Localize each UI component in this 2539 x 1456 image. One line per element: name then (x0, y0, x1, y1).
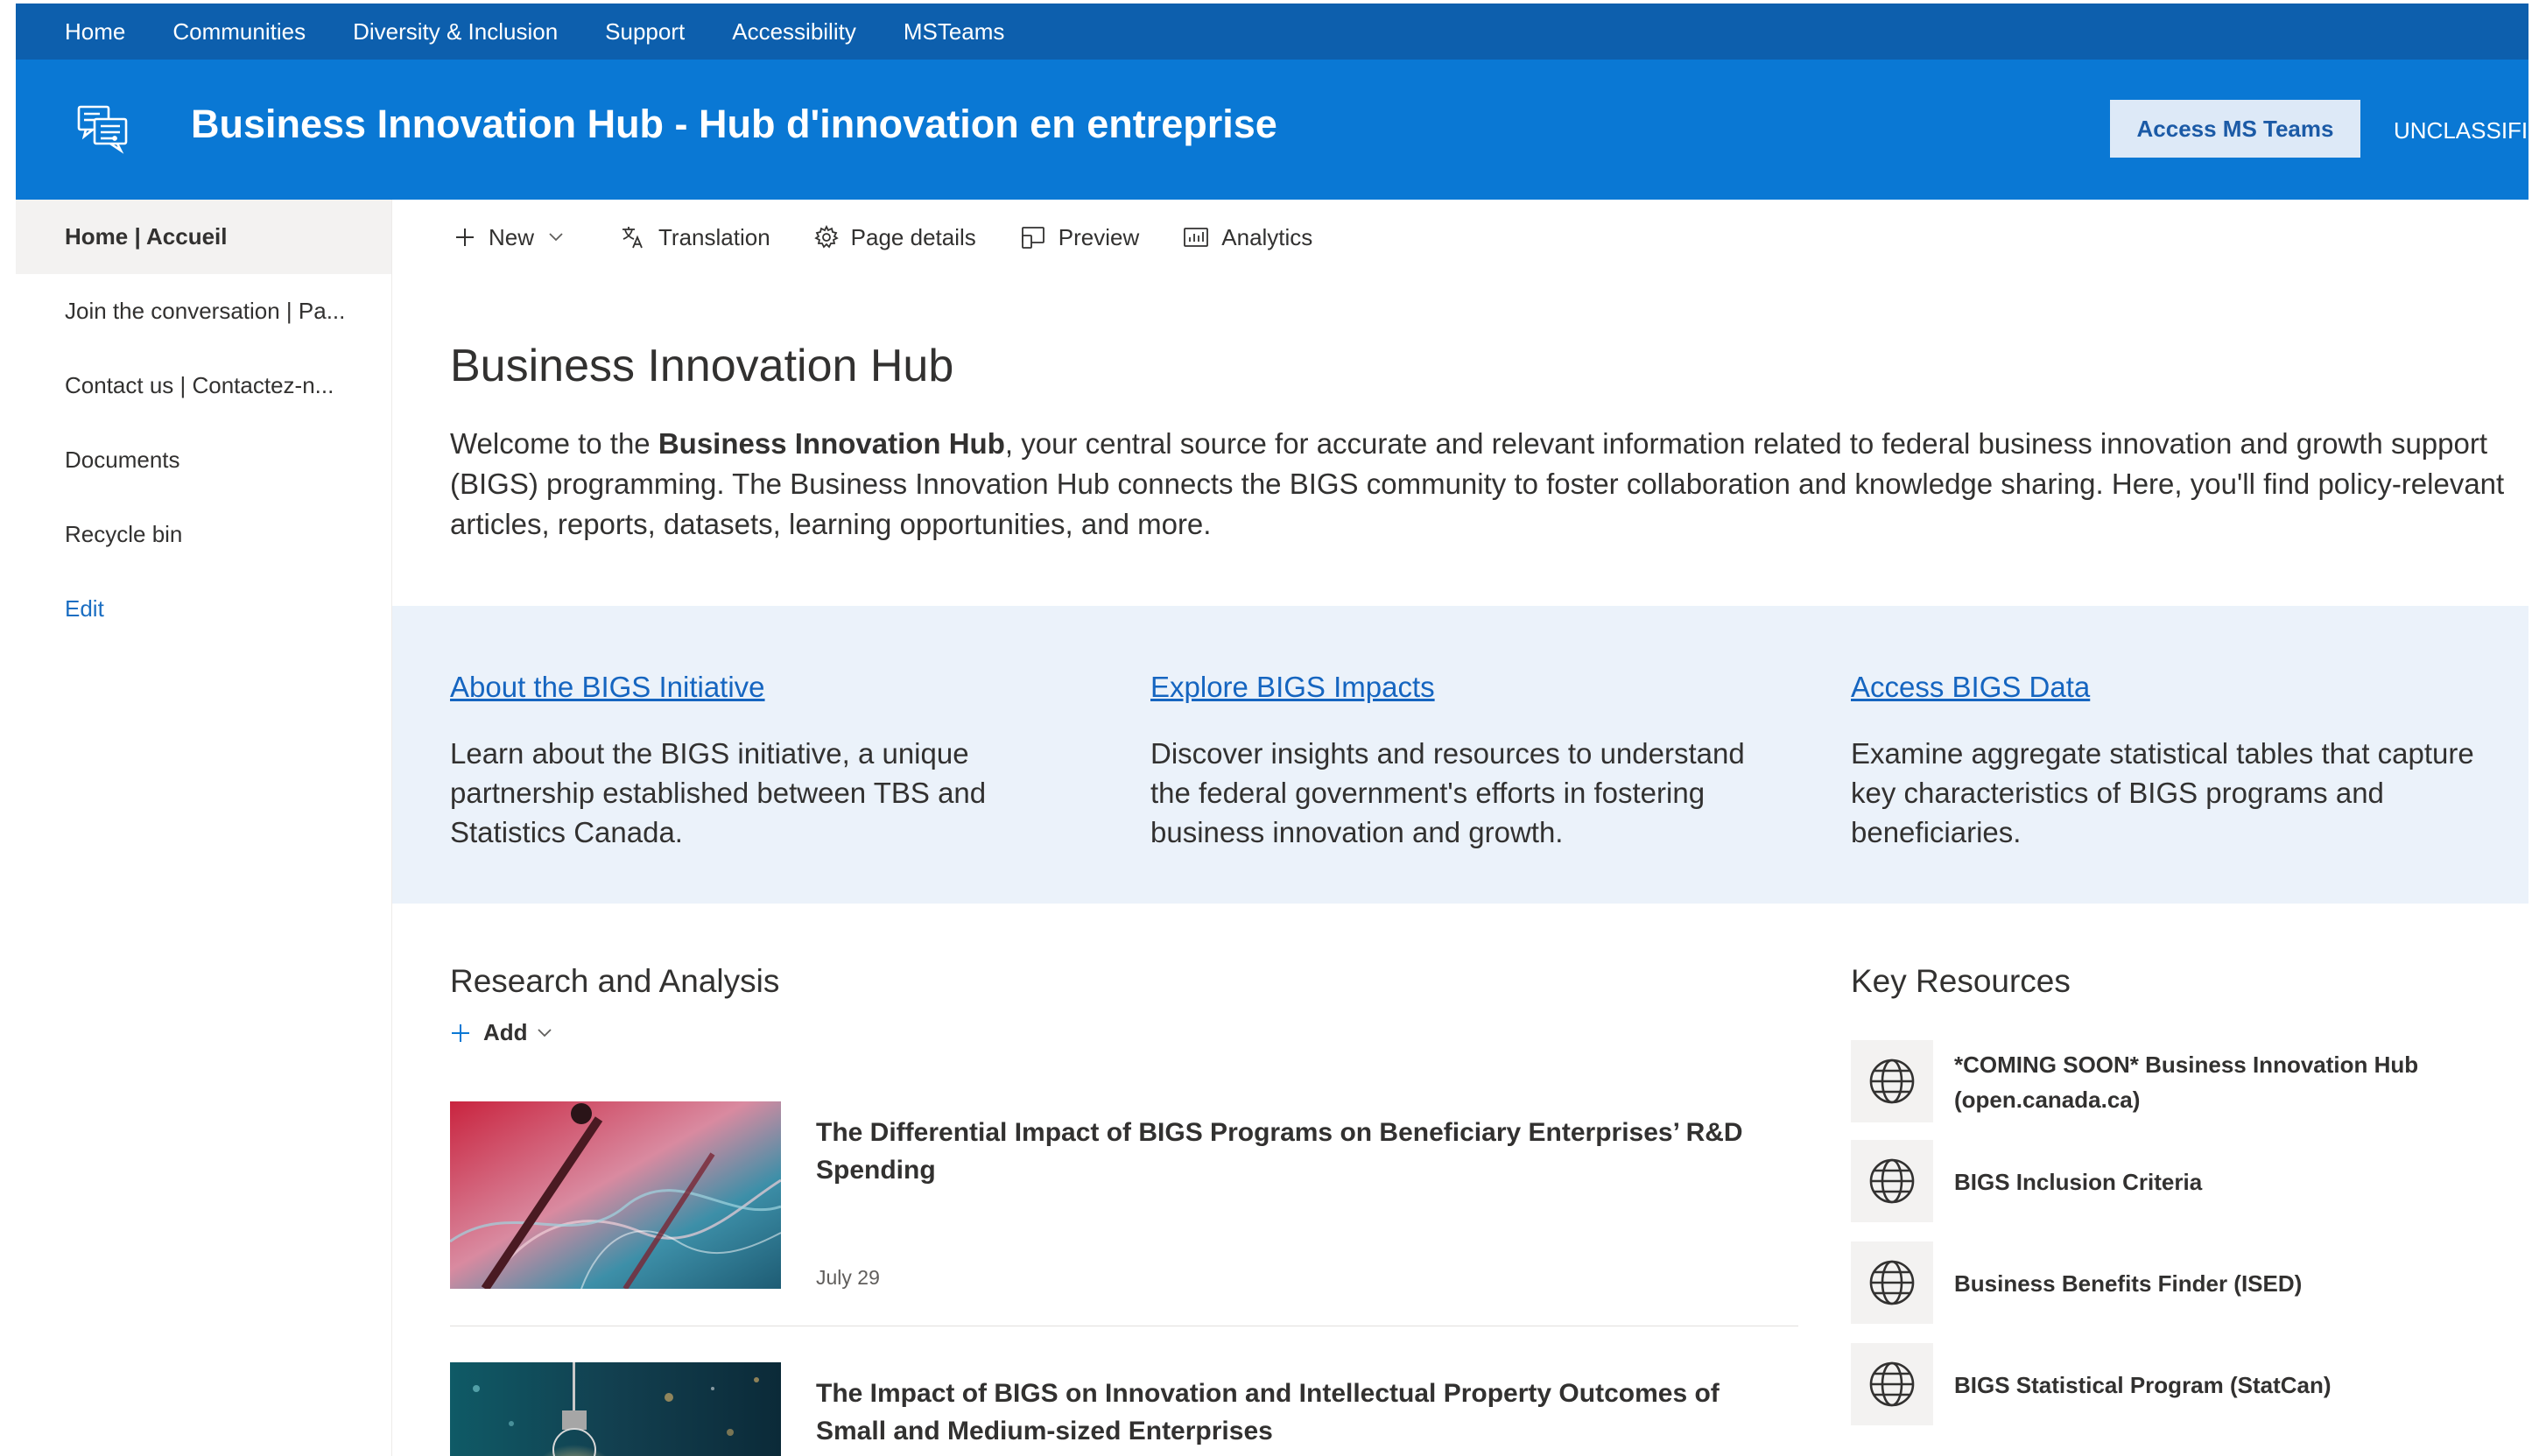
page-details-label: Page details (850, 223, 976, 250)
analytics-icon (1184, 228, 1209, 247)
topnav-support[interactable]: Support (605, 18, 685, 46)
news-title[interactable]: The Differential Impact of BIGS Programs… (816, 1114, 1788, 1189)
analytics-label: Analytics (1221, 223, 1313, 250)
topnav-accessibility[interactable]: Accessibility (732, 18, 856, 46)
key-resource-link[interactable]: *COMING SOON* Business Innovation Hub (o… (1851, 1040, 2516, 1124)
leftnav-item-join-conversation[interactable]: Join the conversation | Pa... (16, 274, 391, 348)
left-navigation: Home | Accueil Join the conversation | P… (16, 200, 392, 1456)
leftnav-edit-link[interactable]: Edit (16, 572, 391, 646)
access-data-text: Examine aggregate statistical tables tha… (1851, 737, 2474, 848)
highlight-about: About the BIGS Initiative Learn about th… (450, 671, 1080, 852)
news-item[interactable]: The Impact of BIGS on Innovation and Int… (450, 1362, 1798, 1456)
sharepoint-page: Home Communities Diversity & Inclusion S… (16, 4, 2528, 1456)
leftnav-item-recycle-bin[interactable]: Recycle bin (16, 497, 391, 572)
news-title[interactable]: The Impact of BIGS on Innovation and Int… (816, 1375, 1788, 1450)
globe-icon (1851, 1140, 1933, 1222)
leftnav-item-documents[interactable]: Documents (16, 423, 391, 497)
preview-icon (1021, 227, 1044, 249)
globe-icon (1851, 1343, 1933, 1425)
access-ms-teams-button[interactable]: Access MS Teams (2110, 100, 2360, 158)
plus-icon (452, 1023, 469, 1042)
key-resource-label[interactable]: BIGS Statistical Program (StatCan) (1954, 1368, 2332, 1403)
topnav-diversity-inclusion[interactable]: Diversity & Inclusion (353, 18, 558, 46)
site-title[interactable]: Business Innovation Hub - Hub d'innovati… (191, 102, 1277, 147)
classification-label: UNCLASSIFIE (2394, 117, 2528, 144)
chat-hub-icon[interactable] (74, 100, 133, 159)
globe-icon (1851, 1040, 1933, 1122)
key-resource-label[interactable]: *COMING SOON* Business Innovation Hub (o… (1954, 1047, 2516, 1117)
page-title: Business Innovation Hub (450, 341, 954, 391)
key-resources-title: Key Resources (1851, 963, 2071, 999)
news-thumbnail-lab[interactable] (450, 1101, 781, 1289)
access-data-link[interactable]: Access BIGS Data (1851, 671, 2481, 704)
news-item[interactable]: The Differential Impact of BIGS Programs… (450, 1101, 1798, 1312)
about-bigs-text: Learn about the BIGS initiative, a uniqu… (450, 737, 987, 848)
key-resource-label[interactable]: Business Benefits Finder (ISED) (1954, 1266, 2302, 1301)
globe-icon (1851, 1241, 1933, 1324)
analytics-button[interactable]: Analytics (1183, 224, 1312, 251)
key-resource-label[interactable]: BIGS Inclusion Criteria (1954, 1164, 2202, 1199)
translation-label: Translation (658, 223, 770, 250)
highlight-data: Access BIGS Data Examine aggregate stati… (1851, 671, 2481, 852)
key-resource-link[interactable]: BIGS Statistical Program (StatCan) (1851, 1343, 2516, 1427)
page-details-button[interactable]: Page details (813, 223, 976, 251)
topnav-communities[interactable]: Communities (172, 18, 306, 46)
topnav-home[interactable]: Home (65, 18, 125, 46)
top-navigation: Home Communities Diversity & Inclusion S… (16, 4, 2528, 60)
site-header: Business Innovation Hub - Hub d'innovati… (16, 60, 2528, 200)
research-section-title: Research and Analysis (450, 963, 780, 999)
preview-button[interactable]: Preview (1020, 224, 1139, 251)
preview-label: Preview (1058, 223, 1140, 250)
new-button[interactable]: New (454, 224, 576, 251)
key-resource-link[interactable]: Business Benefits Finder (ISED) (1851, 1241, 2516, 1326)
new-label: New (489, 223, 535, 250)
intro-paragraph: Welcome to the Business Innovation Hub, … (450, 424, 2507, 545)
topnav-msteams[interactable]: MSTeams (904, 18, 1005, 46)
news-date: July 29 (816, 1266, 880, 1289)
intro-bold: Business Innovation Hub (658, 427, 1005, 460)
highlight-impacts: Explore BIGS Impacts Discover insights a… (1150, 671, 1781, 852)
chevron-down-icon (549, 233, 563, 242)
translation-button[interactable]: Translation (620, 224, 770, 251)
highlights-section: About the BIGS Initiative Learn about th… (392, 606, 2528, 904)
leftnav-item-home[interactable]: Home | Accueil (16, 200, 391, 274)
translate-icon (622, 227, 643, 249)
add-button[interactable]: Add (450, 1019, 565, 1046)
explore-impacts-text: Discover insights and resources to under… (1150, 737, 1745, 848)
news-thumbnail-lightbulb[interactable] (450, 1362, 781, 1456)
add-label: Add (483, 1019, 528, 1045)
leftnav-item-contact-us[interactable]: Contact us | Contactez-n... (16, 348, 391, 423)
about-bigs-link[interactable]: About the BIGS Initiative (450, 671, 1080, 704)
explore-impacts-link[interactable]: Explore BIGS Impacts (1150, 671, 1781, 704)
intro-prefix: Welcome to the (450, 427, 658, 460)
chevron-down-icon (537, 1028, 552, 1037)
command-bar: New Translation Page details Preview Ana… (454, 207, 1356, 268)
key-resource-link[interactable]: BIGS Inclusion Criteria (1851, 1140, 2516, 1224)
plus-icon (456, 229, 474, 246)
gear-icon (813, 225, 839, 249)
